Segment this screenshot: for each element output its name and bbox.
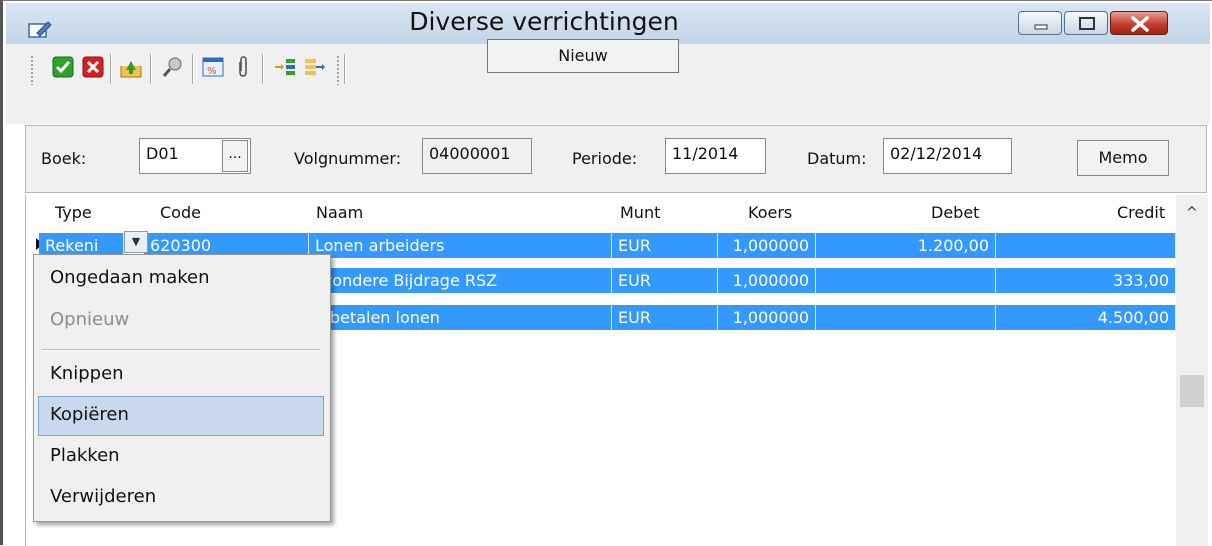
close-button[interactable] (1110, 11, 1168, 35)
type-dropdown-button[interactable]: ▼ (124, 231, 148, 253)
volgnummer-field: 04000001 (422, 138, 532, 174)
toolbar-separator (110, 54, 112, 84)
toolbar-separator (150, 54, 152, 84)
scroll-up-arrow-icon[interactable]: ^ (1186, 205, 1198, 221)
menu-item-undo[interactable]: Ongedaan maken (50, 267, 210, 288)
cell-debet[interactable]: 1.200,00 (816, 233, 996, 258)
maximize-button[interactable] (1064, 11, 1108, 35)
cell-debet[interactable] (816, 268, 996, 293)
column-header-debet[interactable]: Debet (931, 203, 979, 222)
cell-credit[interactable]: 333,00 (996, 268, 1176, 293)
window-title: Diverse verrichtingen (409, 7, 679, 36)
percent-icon[interactable]: % (202, 56, 224, 78)
minimize-icon (1034, 24, 1048, 30)
cell-koers[interactable]: 1,000000 (718, 305, 816, 330)
menu-item-delete[interactable]: Verwijderen (50, 486, 156, 507)
toolbar-separator (192, 54, 194, 84)
toolbar-separator (344, 54, 346, 84)
cell-munt[interactable]: EUR (612, 305, 718, 330)
toolbar-separator (262, 54, 264, 84)
datum-field[interactable]: 02/12/2014 (883, 138, 1012, 174)
attach-icon[interactable] (232, 56, 254, 78)
cell-koers[interactable]: 1,000000 (718, 233, 816, 258)
confirm-icon[interactable] (52, 56, 74, 78)
cell-naam[interactable]: ijzondere Bijdrage RSZ (309, 268, 612, 293)
menu-item-paste[interactable]: Plakken (50, 445, 120, 466)
cell-munt[interactable]: EUR (612, 233, 718, 258)
datum-label: Datum: (807, 149, 867, 168)
outdent-icon[interactable] (304, 56, 326, 78)
menu-item-cut[interactable]: Knippen (50, 363, 124, 384)
header-form: Boek: D01 ... Volgnummer: 04000001 Perio… (25, 125, 1207, 193)
maximize-icon (1079, 17, 1095, 30)
menu-item-redo[interactable]: Opnieuw (50, 309, 129, 330)
column-header-munt[interactable]: Munt (620, 203, 660, 222)
toolbar-grip[interactable] (336, 55, 340, 85)
svg-text:%: % (207, 66, 217, 77)
cell-naam[interactable]: Lonen arbeiders (309, 233, 612, 258)
volgnummer-value: 04000001 (429, 144, 511, 163)
search-icon[interactable] (162, 56, 184, 78)
periode-label: Periode: (572, 149, 638, 168)
datum-value: 02/12/2014 (890, 144, 983, 163)
column-header-koers[interactable]: Koers (748, 203, 792, 222)
indent-icon[interactable] (274, 56, 296, 78)
column-header-credit[interactable]: Credit (1117, 203, 1165, 222)
boek-lookup-button[interactable]: ... (222, 140, 248, 172)
column-header-code[interactable]: Code (160, 203, 201, 222)
boek-value: D01 (146, 144, 179, 163)
boek-label: Boek: (41, 149, 87, 168)
cell-naam[interactable]: e betalen lonen (309, 305, 612, 330)
cell-credit[interactable] (996, 233, 1176, 258)
minimize-button[interactable] (1018, 11, 1062, 35)
cell-debet[interactable] (816, 305, 996, 330)
menu-item-copy[interactable]: Kopiëren (50, 404, 129, 425)
column-header-type[interactable]: Type (55, 203, 92, 222)
toolbar-grip[interactable] (30, 55, 34, 85)
cell-koers[interactable]: 1,000000 (718, 268, 816, 293)
application-window: Diverse verrichtingen % Nieuw Boek: D01 … (0, 0, 1212, 546)
vertical-scrollbar[interactable]: ^ (1176, 195, 1208, 546)
periode-value: 11/2014 (672, 144, 739, 163)
close-icon (1131, 16, 1149, 32)
volgnummer-label: Volgnummer: (294, 149, 402, 168)
context-menu: Ongedaan maken Opnieuw Knippen Kopiëren … (33, 254, 331, 522)
cell-munt[interactable]: EUR (612, 268, 718, 293)
export-icon[interactable] (120, 56, 142, 78)
column-header-naam[interactable]: Naam (316, 203, 363, 222)
scrollbar-thumb[interactable] (1180, 375, 1204, 407)
memo-button[interactable]: Memo (1077, 140, 1169, 176)
periode-field[interactable]: 11/2014 (665, 138, 766, 174)
new-button[interactable]: Nieuw (487, 39, 679, 73)
menu-separator (42, 349, 320, 351)
cancel-icon[interactable] (82, 56, 104, 78)
title-bar[interactable]: Diverse verrichtingen (6, 3, 1210, 44)
cell-credit[interactable]: 4.500,00 (996, 305, 1176, 330)
